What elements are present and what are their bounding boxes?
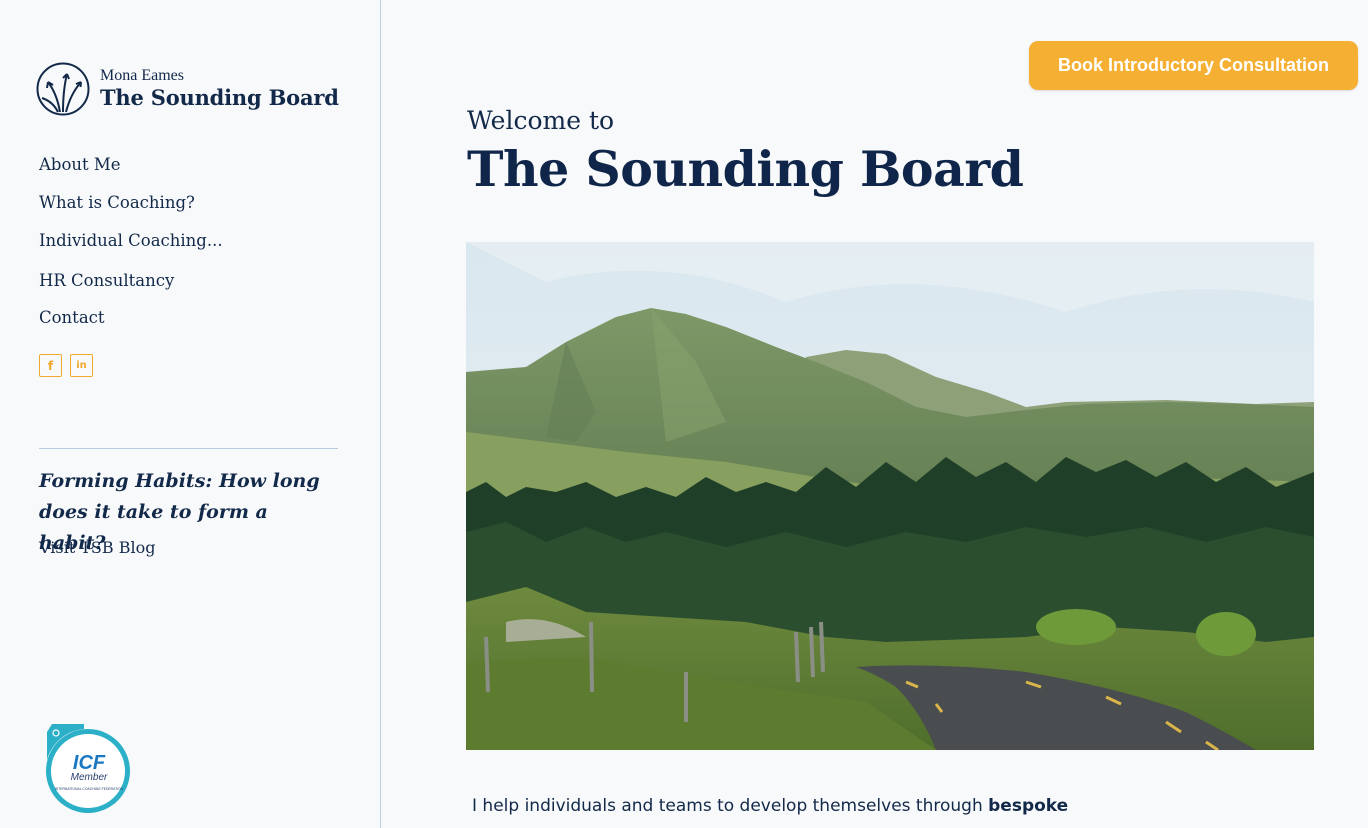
nav-item-individual-coaching[interactable]: Individual Coaching... <box>39 228 223 266</box>
brand-name: The Sounding Board <box>100 85 339 110</box>
intro-text: I help individuals and teams to develop … <box>472 796 989 816</box>
intro-paragraph: I help individuals and teams to develop … <box>472 796 1068 816</box>
facebook-icon[interactable]: f <box>39 354 62 377</box>
nav-item-about-me[interactable]: About Me <box>39 152 223 190</box>
hero-landscape-image <box>466 242 1314 750</box>
sidebar-divider <box>39 448 338 449</box>
social-links: f in <box>39 354 93 377</box>
welcome-subtitle: Welcome to <box>467 106 615 135</box>
main-nav: About Me What is Coaching? Individual Co… <box>39 152 223 343</box>
icf-member-badge[interactable]: ICF Member INTERNATIONAL COACHING FEDERA… <box>44 724 134 816</box>
intro-bold-text: bespoke <box>988 796 1069 816</box>
linkedin-icon[interactable]: in <box>70 354 93 377</box>
brand-owner: Mona Eames <box>100 67 184 84</box>
icf-badge-org: INTERNATIONAL COACHING FEDERATION <box>55 787 124 791</box>
arrows-logo-icon <box>36 62 90 116</box>
book-consultation-button[interactable]: Book Introductory Consultation <box>1029 41 1358 90</box>
nav-item-what-is-coaching[interactable]: What is Coaching? <box>39 190 223 228</box>
site-logo[interactable]: Mona Eames The Sounding Board <box>36 62 339 116</box>
nav-item-contact[interactable]: Contact <box>39 305 223 343</box>
blog-link[interactable]: Visit TSB Blog <box>39 538 155 557</box>
sidebar: Mona Eames The Sounding Board About Me W… <box>0 0 381 828</box>
icf-badge-abbr: ICF <box>73 752 106 774</box>
nav-item-hr-consultancy[interactable]: HR Consultancy <box>39 268 223 305</box>
icf-badge-label: Member <box>71 772 108 783</box>
page-title: The Sounding Board <box>467 140 1024 198</box>
